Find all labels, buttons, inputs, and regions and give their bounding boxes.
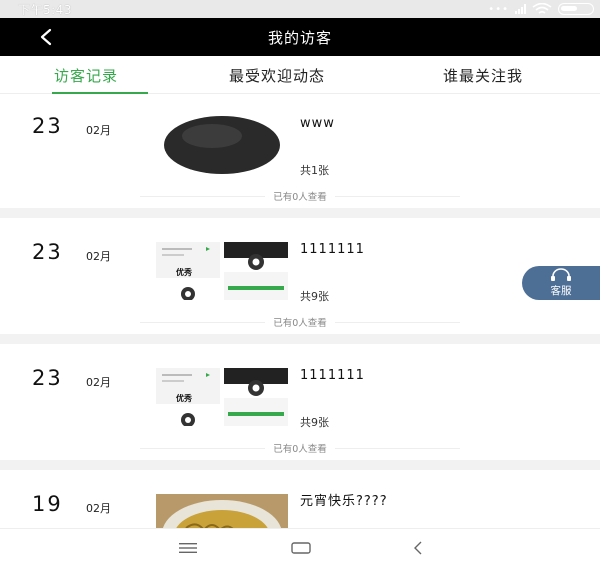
record-month: 02月 xyxy=(86,124,111,137)
visitor-record-list[interactable]: 23 02月 www 共1张 已有0人查看 23 02月 优秀 1111111 … xyxy=(0,94,600,528)
record-title: 元宵快乐???? xyxy=(300,494,388,509)
collage-text: 优秀 xyxy=(176,394,192,403)
nav-back-button[interactable] xyxy=(406,539,430,557)
record-thumbnail[interactable] xyxy=(156,116,288,174)
back-icon xyxy=(414,541,422,555)
menu-icon xyxy=(179,543,197,553)
record-photo-count: 共9张 xyxy=(300,416,329,429)
record-card[interactable]: 23 02月 优秀 1111111 共9张 已有0人查看 xyxy=(0,344,600,460)
record-day: 23 xyxy=(32,114,63,138)
record-title: www xyxy=(300,116,335,131)
signal-icon xyxy=(515,4,526,14)
record-day: 23 xyxy=(32,240,63,264)
record-card[interactable]: 19 02月 元宵快乐???? xyxy=(0,470,600,528)
record-thumbnail[interactable]: 优秀 xyxy=(156,242,288,300)
status-bar: 下午5:43 ••• xyxy=(0,0,600,18)
system-nav-bar xyxy=(0,528,600,566)
record-day: 19 xyxy=(32,492,63,516)
record-thumbnail[interactable] xyxy=(156,494,288,528)
record-views-text: 已有0人查看 xyxy=(273,192,327,203)
record-month: 02月 xyxy=(86,376,111,389)
title-bar: 我的访客 xyxy=(0,18,600,56)
page-title: 我的访客 xyxy=(267,28,332,47)
tab-who-follows-me[interactable]: 谁最关注我 xyxy=(443,56,523,94)
record-title: 1111111 xyxy=(300,242,365,257)
record-month: 02月 xyxy=(86,250,111,263)
record-photo-count: 共9张 xyxy=(300,290,329,303)
record-views-text: 已有0人查看 xyxy=(273,444,327,455)
headset-icon xyxy=(551,268,571,281)
record-photo-count: 共1张 xyxy=(300,164,329,177)
record-views: 已有0人查看 xyxy=(140,190,461,203)
tab-visitor-records[interactable]: 访客记录 xyxy=(54,56,118,94)
customer-service-label: 客服 xyxy=(550,285,572,297)
menu-button[interactable] xyxy=(176,539,200,557)
tab-popular-posts[interactable]: 最受欢迎动态 xyxy=(229,56,325,94)
record-thumbnail[interactable]: 优秀 xyxy=(156,368,288,426)
record-card[interactable]: 23 02月 优秀 1111111 共9张 已有0人查看 xyxy=(0,218,600,334)
customer-service-button[interactable]: 客服 xyxy=(522,266,600,300)
battery-icon xyxy=(558,3,594,15)
more-dots-icon: ••• xyxy=(488,3,509,15)
record-views: 已有0人查看 xyxy=(140,316,461,329)
record-views: 已有0人查看 xyxy=(140,442,461,455)
record-card[interactable]: 23 02月 www 共1张 已有0人查看 xyxy=(0,94,600,208)
back-button[interactable] xyxy=(36,26,56,48)
record-month: 02月 xyxy=(86,502,111,515)
record-views-text: 已有0人查看 xyxy=(273,318,327,329)
record-day: 23 xyxy=(32,366,63,390)
record-title: 1111111 xyxy=(300,368,365,383)
home-button[interactable] xyxy=(289,539,313,557)
status-time: 下午5:43 xyxy=(18,2,72,17)
home-icon xyxy=(291,542,311,554)
tab-bar: 访客记录 最受欢迎动态 谁最关注我 xyxy=(0,56,600,94)
status-icons: ••• xyxy=(488,3,594,15)
chevron-left-icon xyxy=(40,28,52,46)
wifi-icon xyxy=(532,3,552,14)
collage-text: 优秀 xyxy=(176,268,192,277)
